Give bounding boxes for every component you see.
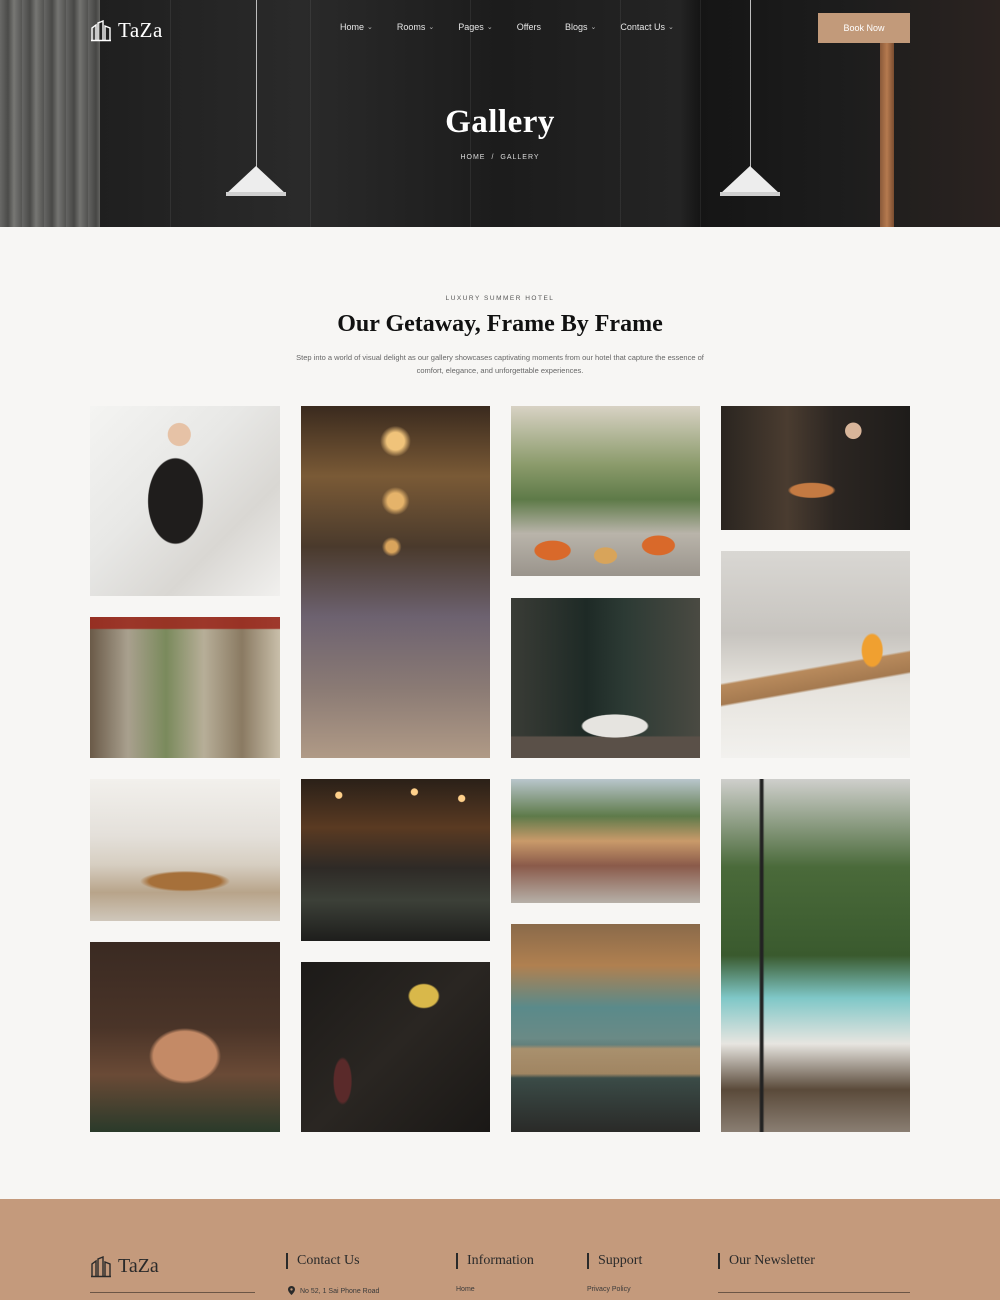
gallery-image-lobby[interactable] (301, 406, 490, 758)
breadcrumb-separator: / (491, 154, 495, 161)
lamp-cord (256, 0, 257, 168)
gallery-image-bathroom[interactable] (511, 598, 700, 758)
breadcrumb-current: GALLERY (500, 154, 540, 161)
nav-item-pages[interactable]: Pages ⌄ (458, 22, 492, 32)
building-logo-icon (91, 1255, 111, 1277)
nav-label: Blogs (565, 22, 588, 32)
gallery-image-housekeeper[interactable] (90, 406, 280, 596)
page-title: Gallery (445, 104, 555, 140)
gallery-image-pool[interactable] (511, 779, 700, 903)
nav-label: Home (340, 22, 365, 32)
gallery-image-atrium[interactable] (511, 406, 700, 576)
gallery-image-breakfast[interactable] (721, 551, 910, 758)
gallery-image-veranda[interactable] (90, 617, 280, 758)
book-now-button[interactable]: Book Now (818, 13, 910, 43)
footer-divider (90, 1292, 255, 1293)
footer-logo-text: TaZa (118, 1255, 159, 1277)
section-eyebrow: LUXURY SUMMER HOTEL (445, 295, 555, 302)
footer-link-privacy[interactable]: Privacy Policy (587, 1286, 631, 1293)
section-title: Our Getaway, Frame By Frame (337, 311, 663, 337)
gallery-image-spa[interactable] (90, 942, 280, 1132)
chevron-down-icon: ⌄ (667, 24, 674, 31)
nav-label: Rooms (396, 22, 426, 32)
footer-heading-information: Information (456, 1253, 534, 1269)
logo-text: TaZa (118, 18, 163, 42)
footer-logo[interactable]: TaZa (90, 1255, 159, 1278)
pendant-lamp-icon (226, 166, 286, 196)
lamp-cord (750, 0, 751, 168)
nav-label: Offers (516, 22, 542, 32)
nav-item-contact[interactable]: Contact Us ⌄ (620, 22, 673, 32)
pendant-lamp-icon (720, 166, 780, 196)
nav-item-offers[interactable]: Offers (517, 22, 541, 32)
gallery-image-wine[interactable] (301, 962, 490, 1132)
building-logo-icon (91, 19, 111, 41)
chevron-down-icon: ⌄ (590, 24, 597, 31)
breadcrumb-home[interactable]: HOME (460, 154, 485, 161)
nav-label: Contact Us (620, 22, 665, 32)
gallery-image-terrace[interactable] (721, 779, 910, 1132)
footer-heading-newsletter: Our Newsletter (718, 1253, 815, 1269)
map-pin-icon (288, 1286, 295, 1297)
main-nav: Home ⌄ Rooms ⌄ Pages ⌄ Offers Blogs ⌄ Contac… (340, 22, 674, 32)
breadcrumb: HOME / GALLERY (0, 154, 1000, 161)
footer-link-home[interactable]: Home (456, 1286, 475, 1293)
newsletter-input-underline[interactable] (718, 1292, 910, 1293)
gallery-image-reception[interactable] (511, 924, 700, 1132)
section-description: Step into a world of visual delight as o… (296, 353, 704, 375)
site-footer: TaZa Contact Us Information Support Our … (0, 1199, 1000, 1300)
chevron-down-icon: ⌄ (428, 24, 435, 31)
footer-address-text: No 52, 1 Sai Phone Road (300, 1288, 380, 1295)
nav-label: Pages (458, 22, 484, 32)
chevron-down-icon: ⌄ (486, 24, 493, 31)
gallery-image-buffet[interactable] (90, 779, 280, 921)
nav-item-rooms[interactable]: Rooms ⌄ (397, 22, 434, 32)
footer-address: No 52, 1 Sai Phone Road (288, 1286, 379, 1297)
nav-item-blogs[interactable]: Blogs ⌄ (565, 22, 596, 32)
site-logo[interactable]: TaZa (90, 18, 163, 43)
nav-item-home[interactable]: Home ⌄ (340, 22, 373, 32)
gallery-image-restaurant[interactable] (301, 779, 490, 941)
gallery-image-waitress[interactable] (721, 406, 910, 530)
footer-heading-support: Support (587, 1253, 642, 1269)
footer-heading-contact: Contact Us (286, 1253, 360, 1269)
chevron-down-icon: ⌄ (367, 24, 373, 31)
